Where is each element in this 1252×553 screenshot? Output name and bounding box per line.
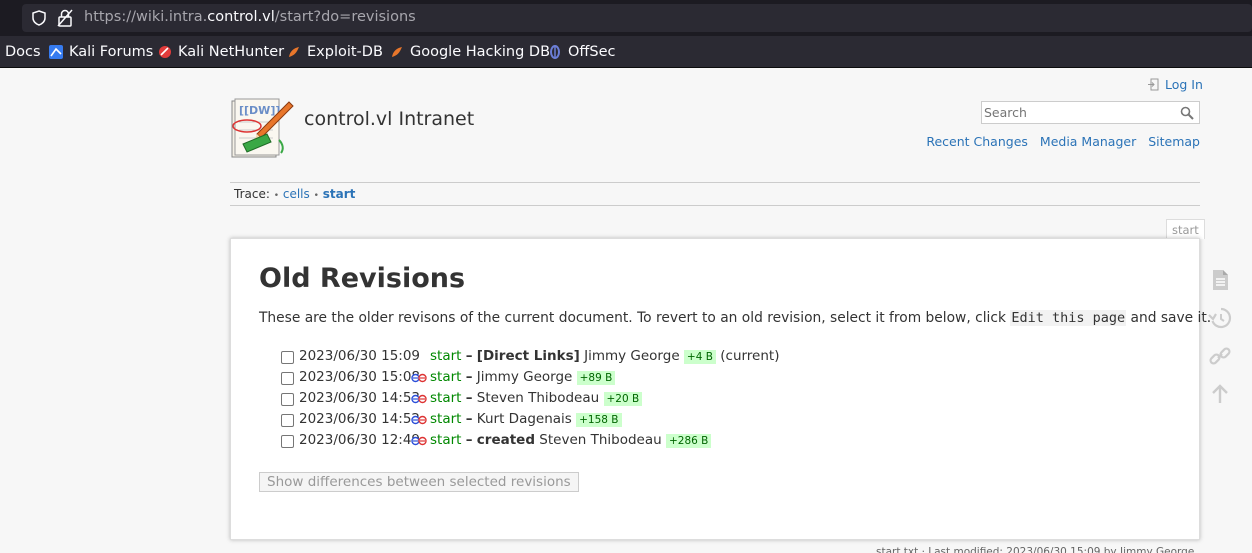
lock-icon[interactable]: [57, 9, 73, 27]
sitemap-link[interactable]: Sitemap: [1148, 134, 1200, 149]
size-change-badge: +158 B: [576, 413, 622, 427]
revision-user: Steven Thibodeau: [539, 432, 662, 448]
nethunter-icon: [159, 46, 171, 58]
breadcrumb-item-cells[interactable]: cells: [283, 187, 310, 201]
shield-icon[interactable]: [31, 10, 47, 26]
ghdb-icon: [392, 47, 402, 57]
diff-icon[interactable]: [411, 414, 427, 426]
revision-checkbox[interactable]: [281, 393, 294, 406]
revision-dash: –: [465, 411, 473, 427]
revision-dash: –: [465, 369, 473, 385]
backlinks-icon[interactable]: [1208, 344, 1232, 368]
breadcrumb-item-start[interactable]: start: [323, 187, 356, 201]
breadcrumb-separator: •: [313, 191, 319, 201]
search-box: [981, 101, 1200, 124]
revision-checkbox[interactable]: [281, 414, 294, 427]
search-input[interactable]: [982, 102, 1177, 123]
wiki-page: Log In [[DW]] control.vl Intranet Recent…: [0, 69, 1252, 553]
search-icon[interactable]: [1180, 106, 1194, 120]
bookmark-docs[interactable]: Docs: [5, 44, 41, 60]
media-manager-link[interactable]: Media Manager: [1040, 134, 1136, 149]
revision-date: 2023/06/30 14:53: [299, 390, 421, 406]
size-change-badge: +20 B: [603, 392, 643, 406]
offsec-icon: [550, 45, 560, 59]
site-tools-menu: Recent Changes Media Manager Sitemap: [926, 134, 1200, 149]
breadcrumb: Trace: • cells • start: [230, 182, 1200, 206]
bookmark-google-hacking-db[interactable]: Google Hacking DB: [390, 44, 550, 60]
bookmark-exploit-db[interactable]: Exploit-DB: [287, 44, 383, 60]
page-title: Old Revisions: [259, 263, 466, 294]
recent-changes-link[interactable]: Recent Changes: [926, 134, 1028, 149]
kali-icon: [49, 45, 63, 59]
revision-page-link[interactable]: start: [430, 348, 461, 364]
revision-checkbox[interactable]: [281, 372, 294, 385]
edit-page-code: Edit this page: [1010, 310, 1127, 326]
revision-summary: created: [476, 432, 535, 448]
current-label: (current): [720, 348, 780, 364]
breadcrumb-separator: •: [273, 191, 280, 201]
revision-page-link[interactable]: start: [430, 369, 461, 385]
revision-date: 2023/06/30 14:52: [299, 411, 421, 427]
svg-text:[[DW]]: [[DW]]: [239, 104, 280, 117]
url-text[interactable]: https://wiki.intra.control.vl/start?do=r…: [84, 9, 416, 25]
revision-page-link[interactable]: start: [430, 390, 461, 406]
revision-user: Steven Thibodeau: [476, 390, 600, 406]
dokuwiki-logo[interactable]: [[DW]]: [229, 96, 295, 162]
revision-checkbox[interactable]: [281, 351, 294, 364]
bookmarks-bar: Docs Kali Forums Kali NetHunter Exploit-…: [0, 36, 1252, 68]
url-bar[interactable]: https://wiki.intra.control.vl/start?do=r…: [22, 4, 1252, 32]
revision-date: 2023/06/30 12:49: [299, 432, 421, 448]
size-change-badge: +4 B: [683, 350, 716, 364]
revision-dash: –: [465, 390, 473, 406]
diff-icon[interactable]: [411, 435, 427, 447]
intro-text: These are the older revisons of the curr…: [259, 310, 1212, 326]
revision-checkbox[interactable]: [281, 435, 294, 448]
page-id-tab: start: [1166, 219, 1205, 239]
size-change-badge: +286 B: [666, 434, 712, 448]
show-page-icon[interactable]: [1208, 268, 1232, 292]
revision-user: Kurt Dagenais: [476, 411, 572, 427]
login-link[interactable]: Log In: [1147, 77, 1203, 92]
page-footer: start.txt · Last modified: 2023/06/30 15…: [876, 546, 1195, 553]
diff-icon[interactable]: [411, 372, 427, 384]
diff-icon[interactable]: [411, 393, 427, 405]
exploit-db-icon: [289, 47, 299, 57]
size-change-badge: +89 B: [576, 371, 616, 385]
show-differences-button[interactable]: Show differences between selected revisi…: [259, 472, 579, 492]
back-to-top-icon[interactable]: [1208, 382, 1232, 406]
login-icon: [1148, 78, 1159, 91]
revision-date: 2023/06/30 15:09: [299, 348, 421, 364]
revision-summary: [Direct Links]: [476, 348, 580, 364]
bookmark-offsec[interactable]: OffSec: [548, 44, 616, 60]
bookmark-kali-forums[interactable]: Kali Forums: [49, 44, 153, 60]
site-title[interactable]: control.vl Intranet: [304, 108, 474, 130]
revision-dash: –: [465, 432, 473, 448]
revision-date: 2023/06/30 15:08: [299, 369, 421, 385]
revision-page-link[interactable]: start: [430, 411, 461, 427]
revision-page-link[interactable]: start: [430, 432, 461, 448]
revision-user: Jimmy George: [476, 369, 573, 385]
revision-dash: –: [465, 348, 473, 364]
content-panel: Old Revisions These are the older reviso…: [230, 238, 1211, 540]
revision-user: Jimmy George: [584, 348, 680, 364]
bookmark-kali-nethunter[interactable]: Kali NetHunter: [158, 44, 284, 60]
browser-toolbar: https://wiki.intra.control.vl/start?do=r…: [0, 0, 1252, 36]
history-icon[interactable]: [1208, 306, 1232, 330]
